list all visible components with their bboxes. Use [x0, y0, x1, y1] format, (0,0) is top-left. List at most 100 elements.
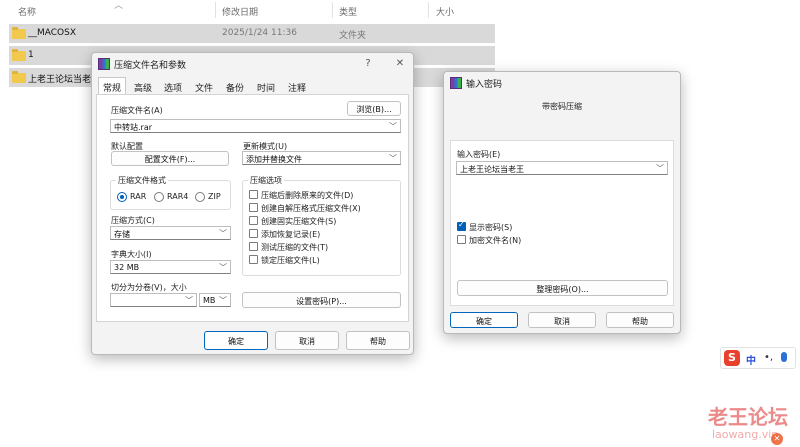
ok-button[interactable]: 确定	[204, 331, 268, 350]
option-checkbox-solid[interactable]	[249, 216, 258, 225]
column-divider[interactable]	[215, 2, 216, 18]
winrar-icon	[450, 77, 462, 89]
folder-icon	[12, 71, 26, 83]
show-password-checkbox[interactable]	[457, 220, 466, 231]
sogou-ime-icon[interactable]: S	[724, 350, 740, 366]
watermark-badge-icon: ✕	[771, 433, 783, 445]
column-date[interactable]: 修改日期	[222, 5, 258, 18]
set-password-button[interactable]: 设置密码(P)...	[242, 292, 401, 308]
password-field[interactable]: 上老王论坛当老王 ﹀	[456, 161, 668, 175]
column-size[interactable]: 大小	[436, 5, 454, 18]
ime-toolbar[interactable]: S 中 •,	[720, 347, 796, 369]
password-cancel-button[interactable]: 取消	[528, 312, 596, 328]
ime-chinese-mode[interactable]: 中	[746, 352, 756, 367]
password-dialog-subtitle: 带密码压缩	[542, 102, 582, 111]
password-panel: 输入密码(E) 上老王论坛当老王 ﹀ 显示密码(S) 加密文件名(N) 整理密码…	[450, 140, 674, 306]
archive-name-field[interactable]: 中转站.rar ﹀	[110, 119, 401, 133]
browse-button[interactable]: 浏览(B)...	[347, 101, 401, 116]
method-value: 存储	[114, 230, 130, 239]
archive-dialog-title: 压缩文件名和参数	[114, 61, 187, 71]
archive-name-value: 中转站.rar	[114, 123, 153, 132]
format-label-rar4: RAR4	[167, 192, 189, 201]
watermark-url: laowang.vip	[712, 428, 779, 441]
archive-dialog: 压缩文件名和参数 ? ✕ 常规 高级 选项 文件 备份 时间 注释 压缩文件名(…	[91, 52, 414, 355]
update-mode-select[interactable]: 添加并替换文件 ﹀	[242, 151, 401, 165]
ime-punctuation[interactable]: •,	[764, 352, 773, 363]
options-group-title: 压缩选项	[248, 175, 284, 186]
format-group-title: 压缩文件格式	[116, 175, 168, 186]
file-date: 2025/1/24 11:36	[222, 28, 297, 38]
dict-label: 字典大小(I)	[111, 250, 152, 259]
format-label-rar: RAR	[130, 192, 147, 201]
tab-backup[interactable]: 备份	[222, 78, 248, 95]
file-name: 上老王论坛当老王	[28, 75, 101, 85]
format-radio-zip[interactable]	[195, 192, 205, 202]
chevron-down-icon[interactable]: ﹀	[185, 295, 193, 306]
cancel-button[interactable]: 取消	[275, 331, 339, 350]
method-label: 压缩方式(C)	[111, 216, 155, 225]
chevron-down-icon[interactable]: ﹀	[219, 228, 227, 239]
option-checkbox-lock[interactable]	[249, 255, 258, 264]
option-checkbox-test[interactable]	[249, 242, 258, 251]
file-list-header: ︿ 名称 修改日期 类型 大小	[0, 0, 500, 20]
update-mode-value: 添加并替换文件	[246, 155, 302, 164]
option-label: 创建自解压格式压缩文件(X)	[261, 204, 361, 213]
profiles-button[interactable]: 配置文件(F)...	[111, 151, 229, 166]
general-tab-panel: 压缩文件名(A) 浏览(B)... 中转站.rar ﹀ 默认配置 配置文件(F)…	[96, 94, 409, 322]
help-icon[interactable]: ?	[360, 56, 376, 72]
tab-time[interactable]: 时间	[253, 78, 279, 95]
dict-value: 32 MB	[114, 263, 140, 272]
folder-icon	[12, 49, 26, 61]
password-dialog-titlebar[interactable]: 输入密码	[444, 72, 680, 94]
password-help-button[interactable]: 帮助	[606, 312, 674, 328]
password-dialog: 输入密码 带密码压缩 输入密码(E) 上老王论坛当老王 ﹀ 显示密码(S) 加密…	[443, 71, 681, 334]
chevron-down-icon[interactable]: ﹀	[219, 262, 227, 273]
password-value: 上老王论坛当老王	[460, 165, 524, 174]
chevron-down-icon[interactable]: ﹀	[389, 121, 397, 132]
option-checkbox-recovery[interactable]	[249, 229, 258, 238]
method-select[interactable]: 存储 ﹀	[110, 226, 231, 240]
format-radio-rar[interactable]	[117, 192, 127, 202]
option-label: 创建固实压缩文件(S)	[261, 217, 337, 226]
column-name[interactable]: 名称	[18, 5, 36, 18]
dict-select[interactable]: 32 MB ﹀	[110, 260, 231, 274]
file-name: 1	[28, 50, 34, 60]
chevron-down-icon[interactable]: ﹀	[219, 295, 227, 306]
file-name: __MACOSX	[28, 28, 77, 38]
format-label-zip: ZIP	[208, 192, 221, 201]
archive-dialog-titlebar[interactable]: 压缩文件名和参数 ? ✕	[92, 53, 413, 75]
option-checkbox-sfx[interactable]	[249, 203, 258, 212]
option-label: 压缩后删除原来的文件(D)	[261, 191, 354, 200]
tab-options[interactable]: 选项	[160, 78, 186, 95]
tab-advanced[interactable]: 高级	[130, 78, 156, 95]
option-checkbox-delete[interactable]	[249, 190, 258, 199]
password-label: 输入密码(E)	[457, 150, 501, 159]
format-radio-rar4[interactable]	[154, 192, 164, 202]
split-unit-value: MB	[203, 296, 216, 305]
file-row[interactable]: __MACOSX 2025/1/24 11:36 文件夹	[9, 24, 495, 43]
option-label: 测试压缩的文件(T)	[261, 243, 329, 252]
tab-files[interactable]: 文件	[191, 78, 217, 95]
chevron-down-icon[interactable]: ﹀	[389, 153, 397, 164]
password-dialog-title: 输入密码	[466, 80, 503, 90]
sort-up-icon: ︿	[114, 1, 124, 11]
split-size-field[interactable]: ﹀	[110, 293, 197, 307]
help-button[interactable]: 帮助	[346, 331, 410, 350]
options-group: 压缩选项 压缩后删除原来的文件(D) 创建自解压格式压缩文件(X) 创建固实压缩…	[242, 175, 401, 276]
option-label: 添加恢复记录(E)	[261, 230, 321, 239]
close-icon[interactable]: ✕	[392, 56, 408, 72]
column-divider[interactable]	[428, 2, 429, 18]
password-ok-button[interactable]: 确定	[450, 312, 518, 328]
format-group: 压缩文件格式 RAR RAR4 ZIP	[110, 175, 231, 210]
chevron-down-icon[interactable]: ﹀	[656, 163, 664, 174]
encrypt-names-checkbox[interactable]	[457, 235, 466, 244]
column-type[interactable]: 类型	[339, 5, 357, 18]
show-password-label: 显示密码(S)	[469, 223, 513, 232]
microphone-icon[interactable]	[781, 352, 787, 362]
split-unit-select[interactable]: MB ﹀	[199, 293, 231, 307]
split-label: 切分为分卷(V)，大小	[111, 283, 187, 292]
tab-comment[interactable]: 注释	[284, 78, 310, 95]
column-divider[interactable]	[332, 2, 333, 18]
organize-passwords-button[interactable]: 整理密码(O)...	[457, 280, 668, 296]
folder-icon	[12, 27, 26, 39]
